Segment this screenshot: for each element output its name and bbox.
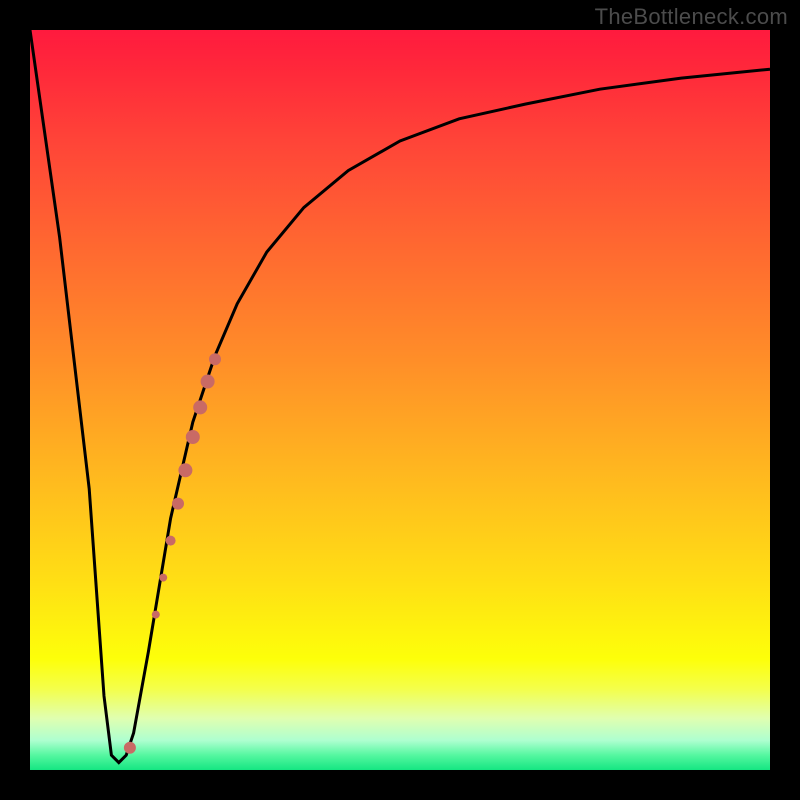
- watermark-text: TheBottleneck.com: [595, 4, 788, 30]
- highlight-dots: [124, 353, 221, 754]
- chart-frame: TheBottleneck.com: [0, 0, 800, 800]
- curve-path: [30, 30, 770, 763]
- highlight-dot: [159, 574, 167, 582]
- highlight-dot: [152, 611, 160, 619]
- highlight-dot: [193, 400, 207, 414]
- highlight-dot: [186, 430, 200, 444]
- highlight-dot: [178, 463, 192, 477]
- bottleneck-curve: [30, 30, 770, 763]
- highlight-dot: [172, 498, 184, 510]
- curve-layer: [30, 30, 770, 770]
- plot-area: [30, 30, 770, 770]
- highlight-dot: [124, 742, 136, 754]
- highlight-dot: [201, 375, 215, 389]
- highlight-dot: [166, 536, 176, 546]
- highlight-dot: [209, 353, 221, 365]
